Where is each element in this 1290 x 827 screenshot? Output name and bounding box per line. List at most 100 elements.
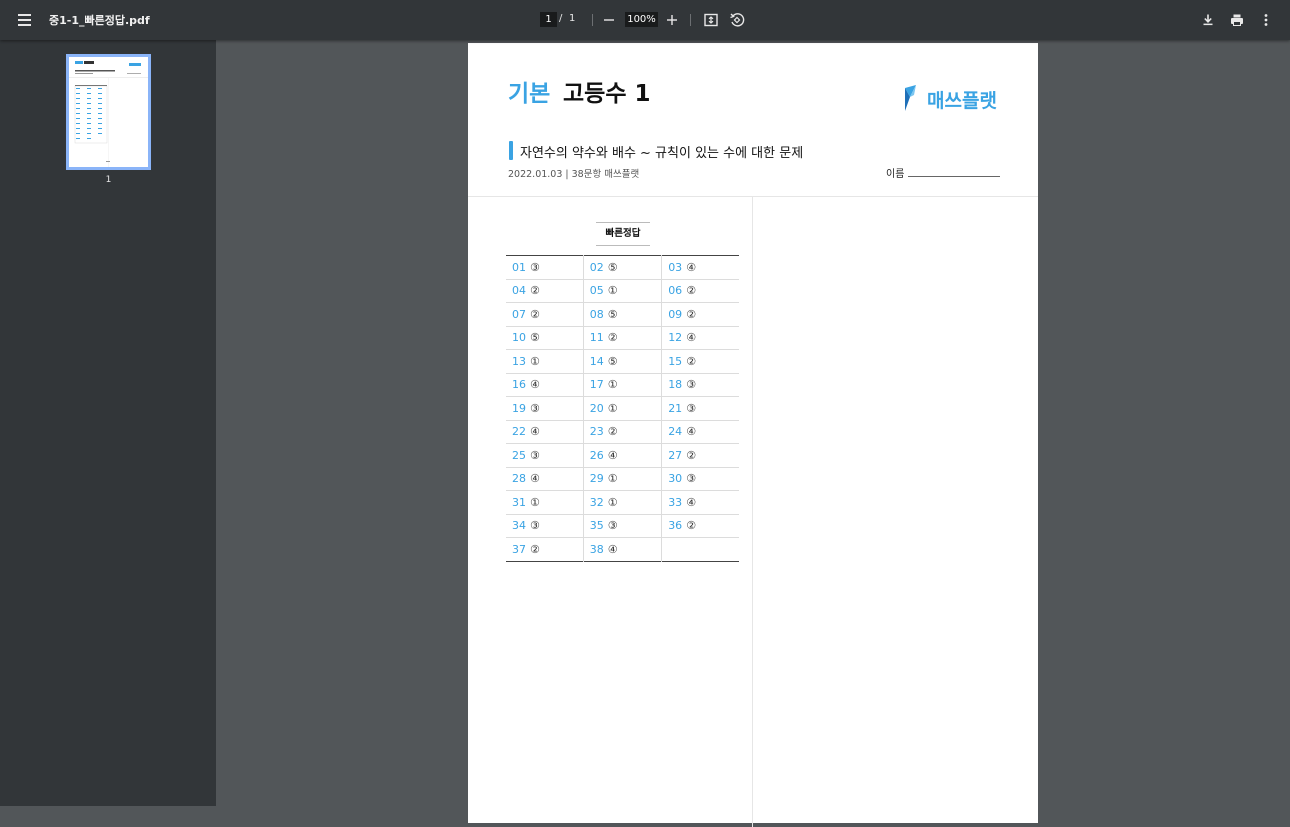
answer-cell: 30 ③ bbox=[661, 467, 739, 491]
table-row: 01 ③ 02 ⑤ 03 ④ bbox=[506, 255, 739, 280]
question-number: 18 bbox=[668, 378, 683, 392]
column-divider bbox=[752, 197, 753, 827]
print-button[interactable] bbox=[1227, 10, 1247, 30]
answer-cell: 23 ② bbox=[582, 420, 662, 444]
answer-cell: 24 ④ bbox=[661, 420, 739, 444]
zoom-in-button[interactable] bbox=[663, 10, 681, 30]
answer-choice: ④ bbox=[686, 425, 697, 439]
answer-cell: 33 ④ bbox=[661, 490, 739, 515]
answer-cell: 01 ③ bbox=[506, 255, 584, 280]
question-number: 22 bbox=[512, 425, 526, 439]
answer-choice: ③ bbox=[686, 472, 697, 486]
answer-choice: ④ bbox=[530, 378, 540, 392]
answer-cell: 12 ④ bbox=[661, 326, 739, 350]
question-number: 38 bbox=[589, 542, 604, 556]
answer-choice: ② bbox=[686, 519, 697, 533]
answer-choice: ② bbox=[607, 425, 618, 439]
download-icon bbox=[1203, 14, 1213, 26]
brand-logo-icon bbox=[905, 85, 916, 111]
rotate-icon bbox=[730, 13, 745, 27]
answer-cell: 26 ④ bbox=[582, 443, 662, 468]
question-number: 35 bbox=[589, 519, 604, 533]
question-number: 36 bbox=[668, 519, 683, 533]
zoom-level-input[interactable]: 100% bbox=[625, 12, 658, 27]
answer-cell: 03 ④ bbox=[661, 255, 739, 280]
name-blank-line bbox=[908, 176, 1000, 177]
answer-choice: ① bbox=[607, 378, 618, 392]
zoom-out-button[interactable] bbox=[600, 10, 618, 30]
pdf-page: 기본 고등수 1 매쓰플랫 자연수의 약수와 배수 ~ 규칙이 있는 수에 대한… bbox=[468, 43, 1038, 827]
answer-cell: 20 ① bbox=[582, 396, 662, 421]
answer-choice: ⑤ bbox=[607, 260, 618, 274]
rotate-button[interactable] bbox=[727, 10, 747, 30]
answer-cell: 34 ③ bbox=[506, 514, 584, 538]
answer-choice: ① bbox=[607, 284, 618, 298]
answer-cell: 14 ⑤ bbox=[582, 349, 662, 374]
question-number: 27 bbox=[668, 448, 683, 462]
zoom-out-icon bbox=[604, 19, 614, 21]
answer-table: 01 ③ 02 ⑤ 03 ④ 04 ② 05 ① 06 ② 07 ② 08 ⑤ 09 ② 10 ⑤ 11 ② 12 ④ 13 ① 1… bbox=[506, 255, 739, 562]
table-row: 10 ⑤ 11 ② 12 ④ bbox=[506, 326, 739, 350]
question-number: 16 bbox=[512, 378, 526, 392]
question-number: 34 bbox=[512, 519, 526, 533]
toolbar-divider bbox=[690, 14, 691, 26]
table-row: 31 ① 32 ① 33 ④ bbox=[506, 490, 739, 515]
answer-choice: ① bbox=[530, 354, 540, 368]
question-number: 26 bbox=[589, 448, 604, 462]
question-number: 21 bbox=[668, 401, 683, 415]
question-number: 10 bbox=[512, 331, 526, 345]
page-thumbnail[interactable] bbox=[66, 54, 151, 170]
answer-choice: ③ bbox=[530, 260, 540, 274]
table-row: 13 ① 14 ⑤ 15 ② bbox=[506, 349, 739, 374]
answer-cell: 25 ③ bbox=[506, 443, 584, 468]
answer-cell: 11 ② bbox=[582, 326, 662, 350]
answer-choice: ② bbox=[686, 307, 697, 321]
answer-cell: 05 ① bbox=[582, 279, 662, 303]
answer-choice: ② bbox=[607, 331, 618, 345]
question-number: 24 bbox=[668, 425, 683, 439]
table-row: 37 ② 38 ④ bbox=[506, 537, 739, 561]
more-options-button[interactable] bbox=[1256, 10, 1276, 30]
answer-choice: ③ bbox=[530, 448, 540, 462]
question-number: 32 bbox=[589, 495, 604, 509]
table-row: 16 ④ 17 ① 18 ③ bbox=[506, 373, 739, 397]
answer-choice: ③ bbox=[530, 401, 540, 415]
menu-icon[interactable] bbox=[14, 10, 36, 30]
answer-choice: ② bbox=[530, 542, 540, 556]
answer-cell: 35 ③ bbox=[582, 514, 662, 538]
answer-cell: 32 ① bbox=[582, 490, 662, 515]
question-number: 33 bbox=[668, 495, 683, 509]
question-number: 13 bbox=[512, 354, 526, 368]
question-number: 37 bbox=[512, 542, 526, 556]
answer-cell: 06 ② bbox=[661, 279, 739, 303]
answer-choice: ⑤ bbox=[607, 307, 618, 321]
answer-choice: ② bbox=[686, 284, 697, 298]
thumbnail-preview bbox=[69, 61, 148, 167]
document-filename: 중1-1_빠른정답.pdf bbox=[49, 14, 150, 27]
question-number: 08 bbox=[589, 307, 604, 321]
answer-cell: 16 ④ bbox=[506, 373, 584, 397]
answer-cell: 19 ③ bbox=[506, 396, 584, 421]
answer-choice: ① bbox=[607, 495, 618, 509]
answer-choice: ④ bbox=[607, 448, 618, 462]
answer-choice: ② bbox=[530, 307, 540, 321]
answer-cell: 07 ② bbox=[506, 302, 584, 327]
download-button[interactable] bbox=[1198, 10, 1218, 30]
table-row: 07 ② 08 ⑤ 09 ② bbox=[506, 302, 739, 327]
question-number: 30 bbox=[668, 472, 683, 486]
page-number-input[interactable]: 1 bbox=[540, 12, 557, 27]
name-label: 이름 bbox=[886, 169, 905, 180]
table-row: 34 ③ 35 ③ 36 ② bbox=[506, 514, 739, 538]
fit-page-button[interactable] bbox=[701, 10, 721, 30]
question-number: 17 bbox=[589, 378, 604, 392]
question-number: 12 bbox=[668, 331, 683, 345]
answer-choice: ④ bbox=[530, 425, 540, 439]
toolbar-divider bbox=[592, 14, 593, 26]
fit-page-icon bbox=[704, 13, 718, 27]
page-total: 1 bbox=[569, 13, 576, 24]
answer-cell: 10 ⑤ bbox=[506, 326, 584, 350]
question-number: 03 bbox=[668, 260, 683, 274]
answer-cell: 29 ① bbox=[582, 467, 662, 491]
answer-choice: ⑤ bbox=[607, 354, 618, 368]
answer-cell: 21 ③ bbox=[661, 396, 739, 421]
